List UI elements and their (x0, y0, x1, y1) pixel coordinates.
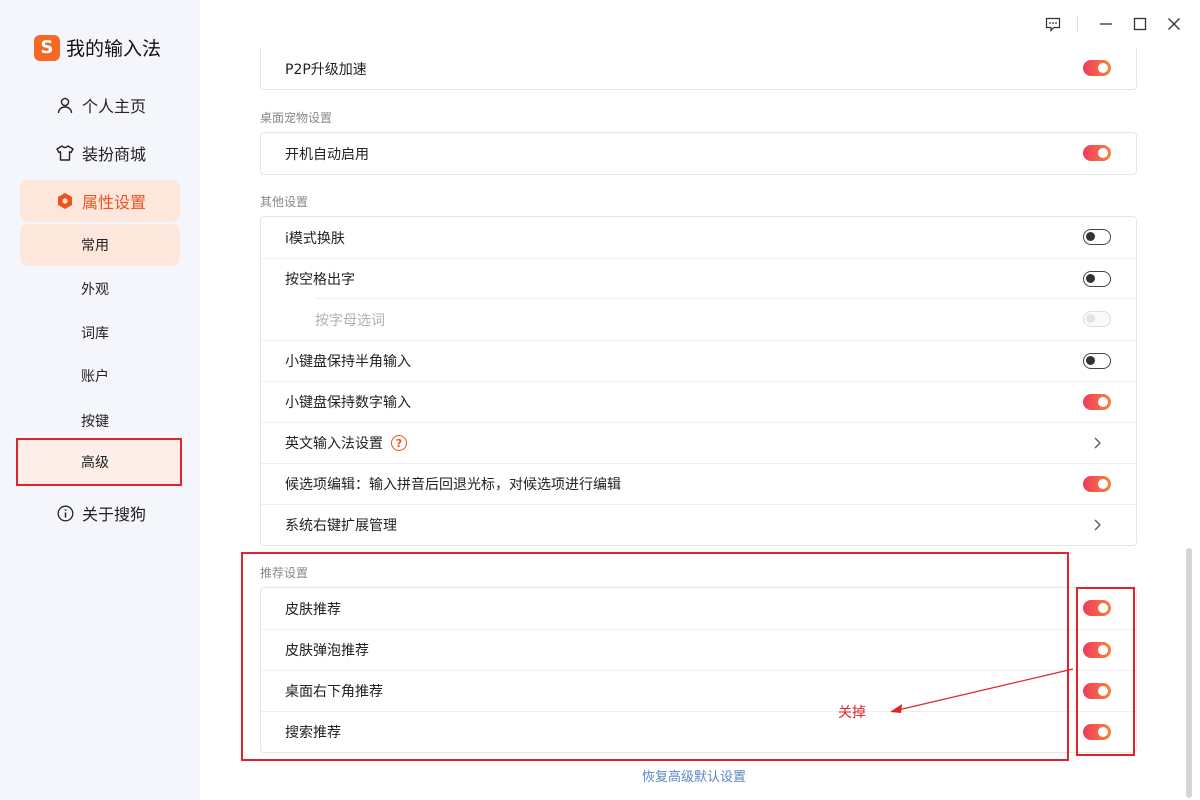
nav-item-label: 属性设置 (82, 193, 147, 212)
sidebar: S 我的输入法 个人主页 装扮商城 属性设置 常用 外观 词库 账户 按键 高级… (0, 0, 200, 800)
p2p-toggle[interactable] (1083, 60, 1111, 76)
numpad-digits-toggle[interactable] (1083, 394, 1111, 410)
annotation-arrow-icon (890, 668, 1074, 713)
setting-row-numpad-digits: 小键盘保持数字输入 (261, 381, 1136, 422)
setting-row-space-output: 按空格出字 (261, 258, 1136, 299)
section-title-pet: 桌面宠物设置 (260, 111, 333, 125)
annotation-box-toggles (1076, 587, 1135, 756)
info-icon (56, 504, 74, 522)
sub-item-appearance[interactable]: 外观 (20, 268, 180, 310)
setting-label: 候选项编辑：输入拼音后回退光标，对候选项进行编辑 (285, 477, 621, 493)
app-title: 我的输入法 (66, 38, 162, 60)
nav-item-settings[interactable]: 属性设置 (20, 180, 180, 222)
nav-item-about[interactable]: 关于搜狗 (20, 492, 180, 534)
setting-row-candidate-edit: 候选项编辑：输入拼音后回退光标，对候选项进行编辑 (261, 463, 1136, 504)
nav-item-label: 个人主页 (82, 97, 147, 116)
nav-item-store[interactable]: 装扮商城 (20, 132, 180, 174)
sub-item-common[interactable]: 常用 (20, 224, 180, 266)
letter-select-toggle (1083, 311, 1111, 327)
setting-label: 小键盘保持数字输入 (285, 395, 411, 411)
nav-item-label: 装扮商城 (82, 145, 147, 164)
help-icon[interactable]: ? (391, 435, 407, 451)
chevron-right-icon (1090, 436, 1104, 450)
section-title-other: 其他设置 (260, 195, 309, 209)
maximize-icon[interactable] (1130, 14, 1150, 34)
hexagon-settings-icon (56, 192, 74, 210)
candidate-edit-toggle[interactable] (1083, 476, 1111, 492)
shirt-icon (56, 144, 74, 162)
annotation-box-recommend (241, 552, 1069, 761)
space-output-toggle[interactable] (1083, 271, 1111, 287)
setting-row-english-ime[interactable]: 英文输入法设置 ? (261, 422, 1136, 463)
setting-label: P2P升级加速 (285, 61, 367, 78)
feedback-icon[interactable] (1043, 14, 1063, 34)
app-brand: S 我的输入法 (34, 34, 161, 61)
nav-item-profile[interactable]: 个人主页 (20, 84, 180, 126)
numpad-halfwidth-toggle[interactable] (1083, 353, 1111, 369)
setting-row-p2p: P2P升级加速 (261, 48, 1136, 89)
minimize-icon[interactable] (1096, 14, 1116, 34)
annotation-label: 关掉 (838, 705, 866, 721)
autostart-toggle[interactable] (1083, 145, 1111, 161)
imode-skin-toggle[interactable] (1083, 229, 1111, 245)
pet-card: 开机自动启用 (260, 132, 1137, 175)
reset-advanced-link[interactable]: 恢复高级默认设置 (642, 766, 746, 785)
setting-row-imode-skin: i模式换肤 (261, 217, 1136, 258)
close-icon[interactable] (1164, 14, 1184, 34)
setting-row-context-menu[interactable]: 系统右键扩展管理 (261, 504, 1136, 545)
divider (1077, 16, 1078, 32)
sub-item-advanced[interactable]: 高级 (16, 438, 182, 486)
setting-label: i模式换肤 (285, 230, 345, 247)
person-icon (56, 96, 74, 114)
other-settings-card: i模式换肤 按空格出字 按字母选词 小键盘保持半角输入 小键盘保持数字输入 英文… (260, 216, 1137, 546)
sub-item-account[interactable]: 账户 (20, 355, 180, 397)
setting-label: 英文输入法设置 (285, 436, 383, 452)
sub-item-lexicon[interactable]: 词库 (20, 312, 180, 354)
nav-item-label: 关于搜狗 (82, 505, 147, 524)
setting-row-numpad-halfwidth: 小键盘保持半角输入 (261, 340, 1136, 381)
setting-label: 按字母选词 (315, 312, 385, 329)
setting-row-letter-select: 按字母选词 (261, 298, 1136, 340)
setting-label: 按空格出字 (285, 272, 355, 288)
scrollbar[interactable] (1186, 548, 1192, 798)
p2p-card: P2P升级加速 (260, 48, 1137, 90)
setting-row-autostart: 开机自动启用 (261, 133, 1136, 174)
setting-label: 系统右键扩展管理 (285, 518, 397, 534)
chevron-right-icon (1090, 518, 1104, 532)
sub-item-keys[interactable]: 按键 (20, 400, 180, 442)
setting-label: 小键盘保持半角输入 (285, 354, 411, 370)
setting-label: 开机自动启用 (285, 146, 369, 163)
sogou-logo-icon: S (34, 34, 60, 61)
